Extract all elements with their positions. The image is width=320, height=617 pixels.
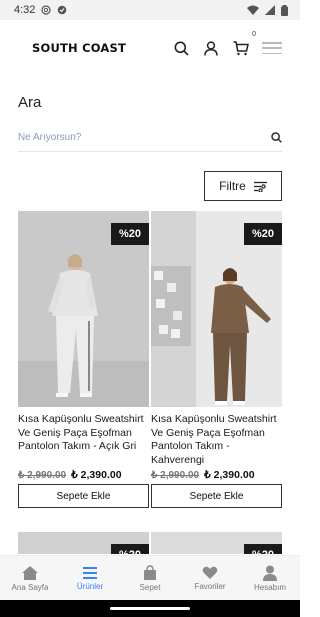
filter-button[interactable]: Filtre (204, 171, 282, 201)
gesture-bar (0, 600, 300, 617)
search-bar (18, 124, 282, 152)
nav-label: Ürünler (76, 581, 104, 591)
shield-icon (58, 5, 67, 15)
filter-label: Filtre (219, 179, 246, 193)
product-image[interactable]: %20 (18, 532, 149, 554)
heart-icon (202, 566, 218, 579)
product-name[interactable]: Kısa Kapüşonlu Sweatshirt Ve Geniş Paça … (18, 413, 149, 467)
product-name[interactable]: Kısa Kapüşonlu Sweatshirt Ve Geniş Paça … (151, 413, 282, 467)
nav-label: Hesabım (253, 582, 286, 592)
home-indicator[interactable] (110, 607, 190, 610)
status-bar: 4:32 (0, 0, 300, 20)
bag-icon (144, 564, 156, 580)
nav-label: Sepet (139, 582, 161, 592)
discount-badge: %20 (111, 544, 149, 554)
add-to-cart-button[interactable]: Sepete Ekle (18, 484, 149, 508)
sale-price: ₺ 2,390.00 (204, 469, 255, 481)
search-submit-icon[interactable] (271, 132, 282, 143)
product-grid: %20 Kısa Kapüşonlu Sweatshirt Ve Geniş P… (0, 211, 300, 508)
product-image[interactable]: %20 (18, 211, 149, 407)
cart-icon[interactable]: 0 (232, 31, 256, 57)
discount-badge: %20 (111, 223, 149, 245)
add-to-cart-button[interactable]: Sepete Ekle (151, 484, 282, 508)
nav-label: Ana Sayfa (11, 582, 49, 592)
status-time: 4:32 (14, 4, 36, 16)
nav-item-favorites[interactable]: Favoriler (180, 566, 240, 591)
brand-logo[interactable]: SOUTH COAST (32, 41, 172, 55)
user-icon (263, 565, 277, 581)
app-header: SOUTH COAST 0 (0, 20, 300, 76)
signal-icon (265, 5, 275, 15)
old-price: ₺ 2,990.00 (18, 470, 67, 481)
cart-count-badge: 0 (252, 31, 256, 38)
discount-badge: %20 (244, 223, 282, 245)
nav-item-home[interactable]: Ana Sayfa (0, 565, 60, 592)
nav-item-account[interactable]: Hesabım (240, 565, 300, 592)
filter-icon (253, 181, 267, 192)
product-image[interactable]: %20 (151, 211, 282, 407)
nav-item-products[interactable]: Ürünler (60, 566, 120, 591)
product-grid-next-row: %20 %20 (0, 532, 300, 554)
old-price: ₺ 2,990.00 (151, 470, 200, 481)
sale-price: ₺ 2,390.00 (71, 469, 122, 481)
account-icon[interactable] (202, 39, 220, 57)
hamburger-menu-icon[interactable] (262, 42, 282, 54)
discount-badge: %20 (244, 544, 282, 554)
product-card[interactable]: %20 Kısa Kapüşonlu Sweatshirt Ve Geniş P… (18, 211, 149, 508)
nav-item-cart[interactable]: Sepet (120, 564, 180, 592)
bottom-navigation: Ana Sayfa Ürünler Sepet Favoriler Hesabı… (0, 555, 300, 600)
product-image[interactable]: %20 (151, 532, 282, 554)
list-icon (83, 566, 97, 579)
product-card[interactable]: %20 Kısa Kapüşonlu Sweatshirt Ve Geniş P… (151, 211, 282, 508)
nav-label: Favoriler (194, 581, 226, 591)
search-icon[interactable] (172, 39, 190, 57)
at-icon (41, 5, 52, 15)
page-title: Ara (18, 94, 42, 111)
battery-icon (281, 4, 288, 16)
search-input[interactable] (18, 132, 248, 143)
home-icon (22, 565, 38, 580)
wifi-icon (247, 5, 259, 15)
